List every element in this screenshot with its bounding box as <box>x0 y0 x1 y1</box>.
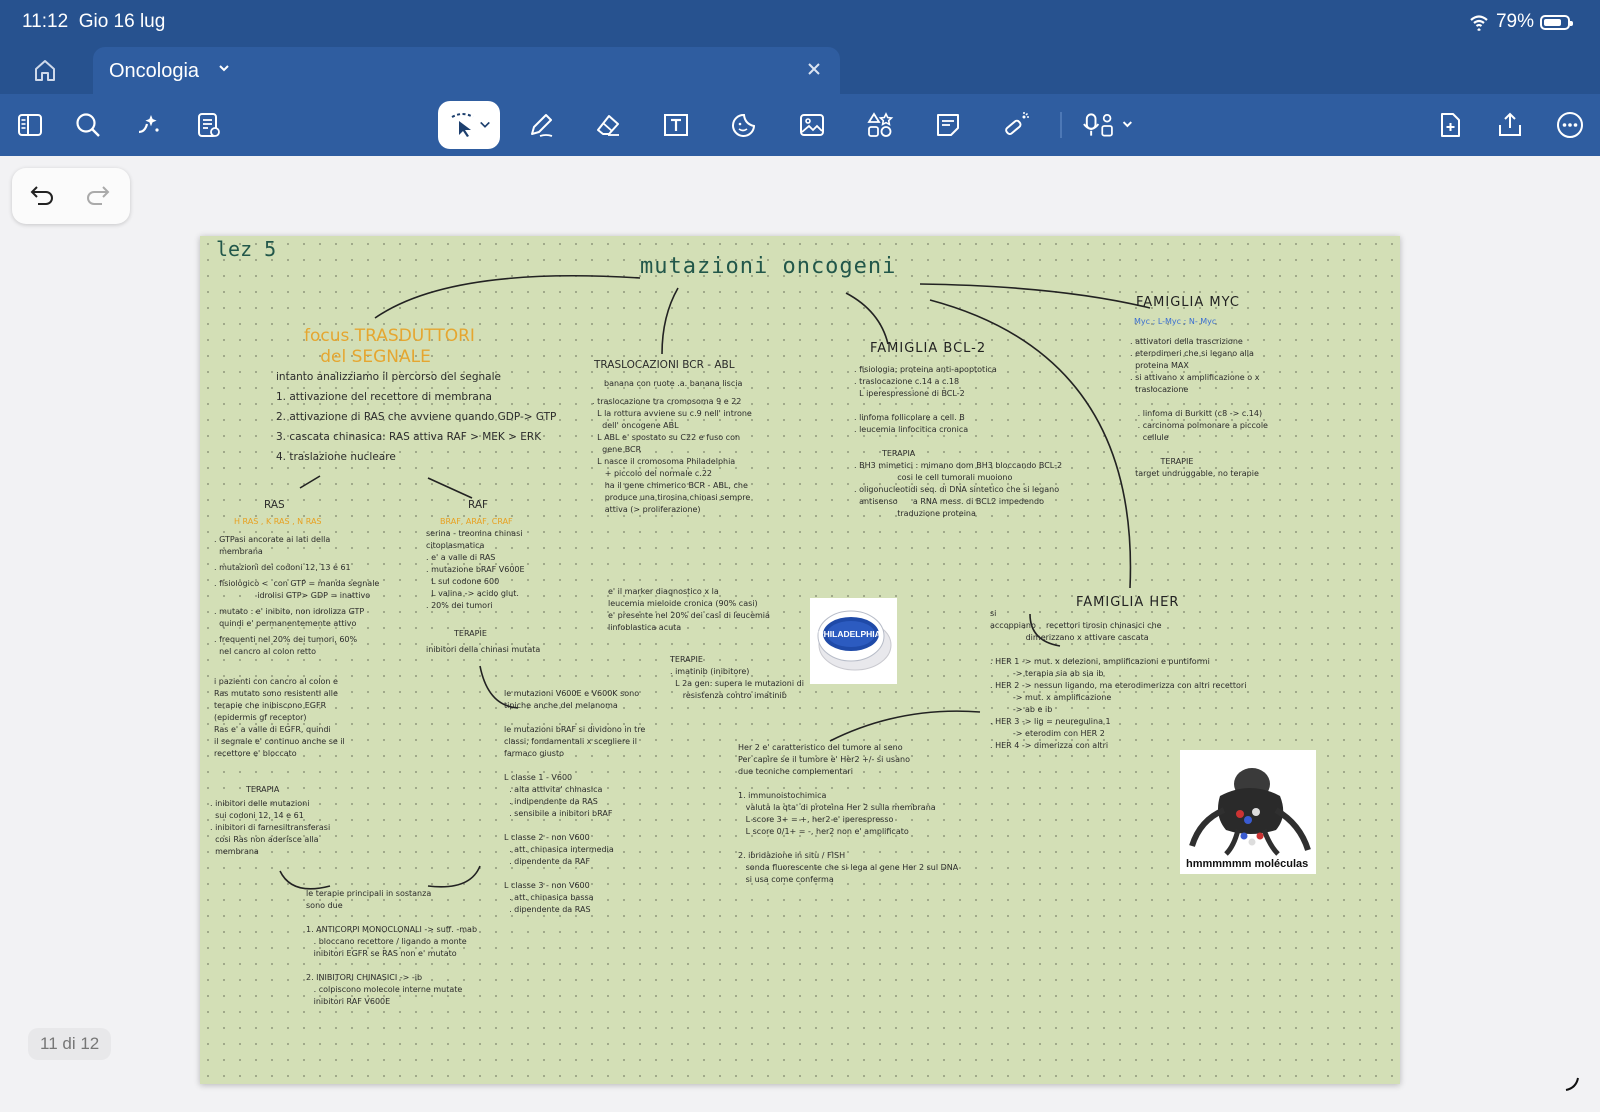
undo-redo-group <box>12 168 130 224</box>
focus-line-4: 4. traslazione nucleare <box>276 451 396 463</box>
myc-title: FAMIGLIA MYC <box>1136 295 1240 310</box>
ras-therapy-lines: . inibitori delle mutazioni sui codoni 1… <box>210 799 331 856</box>
philadelphia-logo-text: PHILADELPHIA <box>818 629 881 639</box>
sidebar-icon[interactable] <box>12 107 48 143</box>
pen-icon[interactable] <box>523 107 559 143</box>
meme-caption: hmmmmmm moléculas <box>1186 858 1309 870</box>
ai-sparkle-icon[interactable] <box>130 107 166 143</box>
ras-line-3: . mutato : e' inibito, non idrolizza GTP… <box>214 607 365 628</box>
raf-title: RAF <box>468 499 489 511</box>
bcl2-title: FAMIGLIA BCL-2 <box>870 341 987 356</box>
lasso-select-icon <box>451 113 474 137</box>
text-box-icon[interactable] <box>658 107 694 143</box>
bcr-marker: e' il marker diagnostico x la leucemia m… <box>608 587 770 632</box>
focus-line-1: 1. attivazione del recettore di membrana <box>276 391 492 403</box>
braf-note: le mutazioni V600E e V600K sono tipiche … <box>504 689 646 914</box>
eraser-icon[interactable] <box>590 107 626 143</box>
status-bar: 11:12 Gio 16 lug 79% <box>0 0 1600 44</box>
ras-title: RAS <box>264 499 285 511</box>
status-right: 79% <box>1468 11 1573 33</box>
share-icon[interactable] <box>1492 107 1528 143</box>
laser-pointer-icon[interactable] <box>998 107 1034 143</box>
her-lines: si accoppiano recettori tirosin chinasic… <box>990 609 1247 750</box>
raf-therapy-title: TERAPIE <box>454 629 487 638</box>
battery-icon <box>1540 14 1573 30</box>
creature-image <box>1189 768 1311 856</box>
bcr-title: TRASLOCAZIONI BCR - ABL <box>594 359 735 371</box>
focus-line-0: intanto analizziamo il percorso del segn… <box>276 371 501 383</box>
sticky-note-icon[interactable] <box>930 107 966 143</box>
ras-line-1: . mutazioni dei codoni 12, 13 e 61 <box>214 563 351 572</box>
bcr-therapies: TERAPIE . imatinib (inibitore) L 2a gen:… <box>670 655 804 700</box>
chevron-down-icon[interactable] <box>217 61 231 80</box>
page-indicator: 11 di 12 <box>28 1028 112 1060</box>
more-icon[interactable] <box>1552 107 1588 143</box>
wifi-icon <box>1470 15 1488 31</box>
lasso-select-tool[interactable] <box>438 101 500 149</box>
image-icon[interactable] <box>794 107 830 143</box>
focus-title: focus TRASDUTTORI del SEGNALE <box>304 326 475 367</box>
her2-note: Her 2 e' caratteristico del tumore al se… <box>738 743 959 884</box>
battery-percent: 79% <box>1495 11 1534 32</box>
bcr-subtitle: banana con ruote .a. banana liscia <box>604 379 743 388</box>
bcr-lines: . traslocazione tra cromosoma 9 e 22 L l… <box>592 397 752 514</box>
status-time: 11:12 Gio 16 lug <box>22 11 166 32</box>
tab-bar: Oncologia <box>0 44 1600 94</box>
toolbar <box>0 94 1600 156</box>
add-page-icon[interactable] <box>1432 107 1468 143</box>
cream-cheese-image <box>817 610 892 671</box>
toolbar-divider <box>1060 112 1062 138</box>
notes-list-icon[interactable] <box>190 107 226 143</box>
ras-therapy-title: TERAPIA <box>246 785 280 794</box>
tab-title: Oncologia <box>109 60 200 82</box>
chevron-down-icon <box>480 121 490 128</box>
bcl2-lines: . fisiologia: proteina anti-apoptotica .… <box>854 365 1063 518</box>
tab-document[interactable]: Oncologia <box>93 47 840 94</box>
myc-subtitle: Myc ; L-Myc ; N- Myc <box>1134 317 1217 326</box>
meme-sticker[interactable]: hmmmmmm moléculas <box>1180 750 1316 874</box>
note-title: mutazioni oncogeni <box>640 254 897 279</box>
ras-line-2: . fisiologico < con GTP = manda segnale … <box>214 579 380 600</box>
bottom-therapies: le terapie principali in sostanza sono d… <box>306 889 478 1006</box>
shapes-icon[interactable] <box>862 107 898 143</box>
audio-record-icon[interactable] <box>1080 107 1140 143</box>
undo-icon[interactable] <box>26 181 56 216</box>
raf-subtitle: BRAF, ARAF, CRAF <box>440 517 513 526</box>
redo-icon[interactable] <box>84 181 114 216</box>
raf-therapy-line: inibitori della chinasi mutata <box>426 645 541 654</box>
search-icon[interactable] <box>70 107 106 143</box>
ras-line-4: . frequenti nel 20% dei tumori, 60% nel … <box>214 635 358 656</box>
ras-subtitle: H RAS , K RAS , N RAS <box>234 517 322 526</box>
ras-line-0: . GTPasi ancorate ai lati della membrana <box>214 535 331 556</box>
focus-line-2: 2. attivazione di RAS che avviene quando… <box>276 411 557 423</box>
lesson-label: lez 5 <box>216 237 277 261</box>
home-icon[interactable] <box>30 56 60 84</box>
sticker-icon[interactable] <box>726 107 762 143</box>
close-tab-icon[interactable] <box>806 61 822 82</box>
resize-handle-icon[interactable] <box>1562 1074 1582 1094</box>
note-page[interactable]: lez 5 mutazioni oncogeni focus TRASDUTTO… <box>200 236 1400 1084</box>
myc-lines: . attivatori della trascrizione . eterod… <box>1130 337 1268 478</box>
raf-lines: serina - treonina chinasi citoplasmatica… <box>426 529 525 610</box>
ras-paragraph: i pazienti con cancro al colon e Ras mut… <box>214 677 345 758</box>
focus-line-3: 3. cascata chinasica: RAS attiva RAF > M… <box>276 431 542 443</box>
philadelphia-sticker[interactable]: PHILADELPHIA <box>810 598 897 684</box>
